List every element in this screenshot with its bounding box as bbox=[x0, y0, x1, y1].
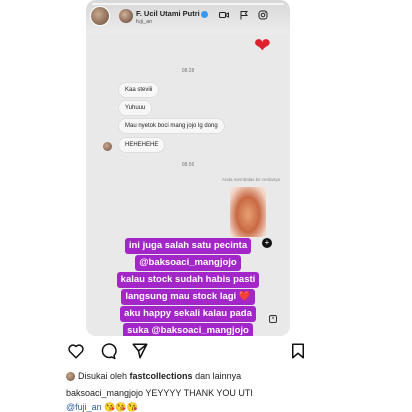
comment-username[interactable]: baksoaci_mangjojo bbox=[66, 388, 143, 398]
caption-line: aku happy sekali kalau pada bbox=[120, 306, 256, 322]
comment-continuation: @fuji_an 😘😘😘 bbox=[66, 402, 138, 412]
poster-avatar[interactable] bbox=[90, 6, 110, 26]
likes-summary[interactable]: Disukai oleh fastcollections dan lainnya bbox=[66, 371, 242, 382]
add-icon[interactable]: + bbox=[262, 238, 272, 248]
post-action-bar bbox=[66, 342, 310, 362]
heart-emoji: ❤️ bbox=[238, 291, 251, 302]
liker-avatar bbox=[66, 372, 75, 382]
instagram-icon[interactable] bbox=[258, 10, 268, 20]
dm-avatar bbox=[119, 9, 133, 23]
comment-text: YEYYYY THANK YOU UTI bbox=[143, 388, 253, 398]
comment-mention[interactable]: @fuji_an bbox=[66, 402, 102, 412]
comment: baksoaci_mangjojo YEYYYY THANK YOU UTI bbox=[66, 388, 253, 398]
caption-line: suka @baksoaci_mangjojo bbox=[123, 323, 253, 336]
story-screenshot: F. Ucil Utami Putri fuji_an ❤ 08.28 Kaa … bbox=[86, 0, 290, 336]
reply-note: Anda membalas ke ceritanya bbox=[221, 177, 280, 182]
comment-emojis: 😘😘😘 bbox=[104, 402, 138, 412]
video-icon[interactable] bbox=[219, 10, 229, 20]
share-icon[interactable] bbox=[130, 342, 150, 362]
caption-line: ini juga salah satu pecinta bbox=[124, 238, 252, 254]
flag-icon[interactable] bbox=[239, 10, 249, 20]
story-header: F. Ucil Utami Putri fuji_an bbox=[86, 6, 290, 32]
like-icon[interactable] bbox=[66, 342, 86, 362]
comment-icon[interactable] bbox=[98, 342, 118, 362]
caption-line: langsung mau stock lagi ❤️ bbox=[121, 289, 255, 305]
verified-badge-icon bbox=[200, 10, 208, 18]
story-caption: ini juga salah satu pecinta @baksoaci_ma… bbox=[86, 238, 290, 336]
dm-contact-name: F. Ucil Utami Putri bbox=[136, 9, 208, 18]
story-progress-bar bbox=[92, 3, 284, 5]
liker-username[interactable]: fastcollections bbox=[130, 371, 193, 381]
save-icon[interactable] bbox=[288, 342, 308, 362]
chat-bubble: Yuhuuu bbox=[118, 100, 153, 116]
likes-prefix: Disukai oleh bbox=[78, 371, 130, 381]
caption-line: kalau stock sudah habis pasti bbox=[116, 272, 260, 288]
likes-suffix: dan lainnya bbox=[192, 371, 242, 381]
heart-reaction-icon: ❤ bbox=[254, 35, 271, 57]
close-sticker-icon[interactable]: × bbox=[269, 315, 277, 323]
chat-avatar bbox=[103, 142, 112, 151]
chat-timestamp: 08.28 bbox=[181, 68, 195, 74]
dm-contact-username: fuji_an bbox=[136, 19, 153, 25]
chat-bubble: Mau nyetok boci mang jojo lg dong bbox=[118, 118, 225, 134]
chat-timestamp: 08.56 bbox=[181, 162, 195, 168]
caption-line: @baksoaci_mangjojo bbox=[135, 255, 241, 271]
chat-bubble: HEHEHEHE bbox=[118, 137, 166, 153]
chat-bubble: Kaa steviii bbox=[118, 82, 160, 98]
shared-story-thumbnail[interactable] bbox=[230, 187, 266, 237]
